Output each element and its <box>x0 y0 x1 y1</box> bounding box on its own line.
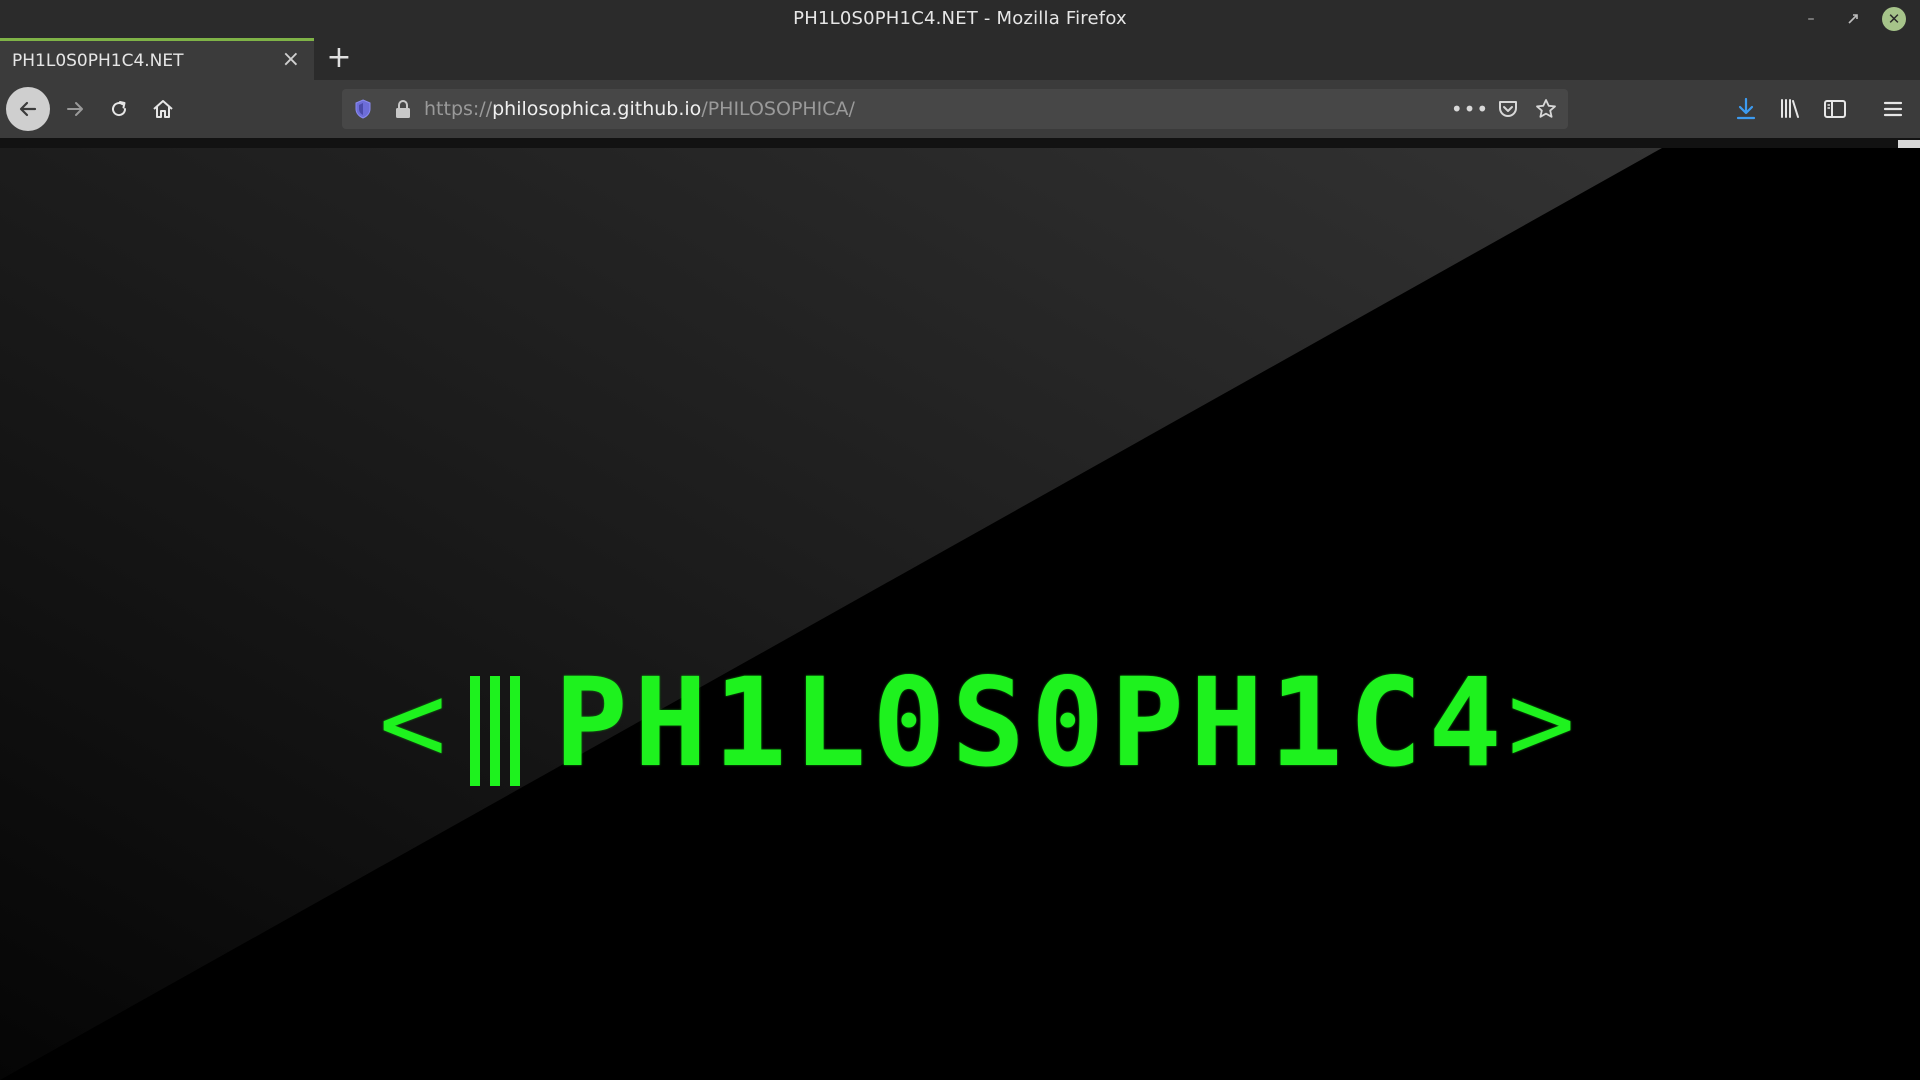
content-top-stripe <box>0 138 1920 148</box>
url-domain: philosophica.github.io <box>492 98 702 120</box>
tab-strip: PH1L0S0PH1C4.NET × + <box>0 38 1920 80</box>
downloads-button[interactable] <box>1731 94 1761 124</box>
new-tab-button[interactable]: + <box>322 40 356 75</box>
forward-icon <box>67 102 83 116</box>
library-icon <box>1781 99 1799 118</box>
tab-close-icon[interactable]: × <box>282 47 300 72</box>
firefox-window: PH1L0S0PH1C4.NET - Mozilla Firefox – ✕ P… <box>0 0 1920 1080</box>
back-icon <box>19 101 37 117</box>
page-content: < PH1L0S0PH1C4 > <box>0 138 1920 1080</box>
library-button[interactable] <box>1775 94 1805 124</box>
download-icon <box>1736 97 1756 120</box>
navigation-bar: https://philosophica.github.io/PHILOSOPH… <box>0 80 1920 138</box>
logo-text: PH1L0S0PH1C4 <box>554 652 1508 794</box>
logo-bars-icon <box>470 676 536 786</box>
restore-icon <box>1848 14 1858 24</box>
star-icon[interactable] <box>1534 97 1558 121</box>
home-icon <box>153 100 173 118</box>
site-logo: < PH1L0S0PH1C4 > <box>260 648 1700 798</box>
shield-icon[interactable] <box>352 98 374 120</box>
sidebar-icon <box>1824 100 1846 118</box>
close-window-button[interactable]: ✕ <box>1882 7 1906 31</box>
menu-button[interactable] <box>1878 94 1908 124</box>
minimize-button[interactable]: – <box>1798 6 1824 32</box>
pocket-icon[interactable] <box>1496 97 1520 121</box>
url-bar[interactable]: https://philosophica.github.io/PHILOSOPH… <box>342 89 1568 129</box>
home-button[interactable] <box>142 88 184 130</box>
url-text[interactable]: https://philosophica.github.io/PHILOSOPH… <box>424 98 855 120</box>
reload-icon <box>112 101 127 117</box>
reload-button[interactable] <box>98 88 140 130</box>
title-bar: PH1L0S0PH1C4.NET - Mozilla Firefox – ✕ <box>0 0 1920 38</box>
tab-label: PH1L0S0PH1C4.NET <box>12 51 184 71</box>
logo-left-bracket: < <box>378 658 453 788</box>
sidebar-button[interactable] <box>1820 94 1850 124</box>
back-button[interactable] <box>6 87 50 131</box>
page-actions-button[interactable]: ••• <box>1451 95 1488 123</box>
background-gradient <box>0 148 1920 1080</box>
forward-button[interactable] <box>54 88 96 130</box>
scrollbar-thumb[interactable] <box>1898 140 1920 148</box>
url-path: /PHILOSOPHICA/ <box>701 98 855 120</box>
window-title: PH1L0S0PH1C4.NET - Mozilla Firefox <box>793 8 1127 29</box>
url-scheme: https:// <box>424 98 493 120</box>
tab-active[interactable]: PH1L0S0PH1C4.NET × <box>0 38 314 80</box>
lock-icon[interactable] <box>392 98 414 120</box>
maximize-button[interactable] <box>1840 6 1866 32</box>
logo-right-bracket: > <box>1507 658 1582 788</box>
menu-icon <box>1883 101 1903 117</box>
